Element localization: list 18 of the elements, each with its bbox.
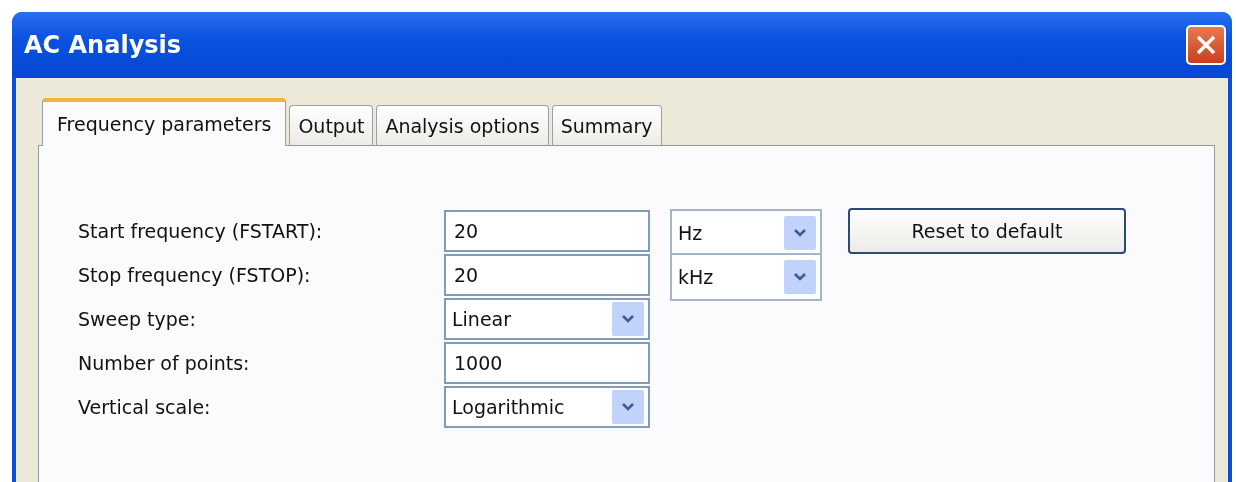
- input-field[interactable]: 20: [444, 254, 650, 296]
- close-button[interactable]: [1186, 25, 1226, 65]
- unit-dropdown[interactable]: kHz: [670, 253, 822, 301]
- reset-button[interactable]: Reset to default: [848, 208, 1126, 254]
- field-label: Start frequency (FSTART):: [78, 220, 324, 242]
- dropdown[interactable]: Logarithmic: [444, 386, 650, 428]
- dropdown[interactable]: Linear: [444, 298, 650, 340]
- tab[interactable]: Summary: [551, 105, 662, 145]
- field-label: Stop frequency (FSTOP):: [78, 264, 312, 286]
- window-title: AC Analysis: [24, 31, 182, 59]
- field-label: Sweep type:: [78, 308, 197, 330]
- input-field[interactable]: 20: [444, 210, 650, 252]
- tab[interactable]: Output: [289, 105, 374, 145]
- tab[interactable]: Frequency parameters: [42, 98, 287, 146]
- field-label: Number of points:: [78, 352, 251, 374]
- field-label: Vertical scale:: [78, 396, 212, 418]
- tab[interactable]: Analysis options: [376, 105, 549, 145]
- input-field[interactable]: 1000: [444, 342, 650, 384]
